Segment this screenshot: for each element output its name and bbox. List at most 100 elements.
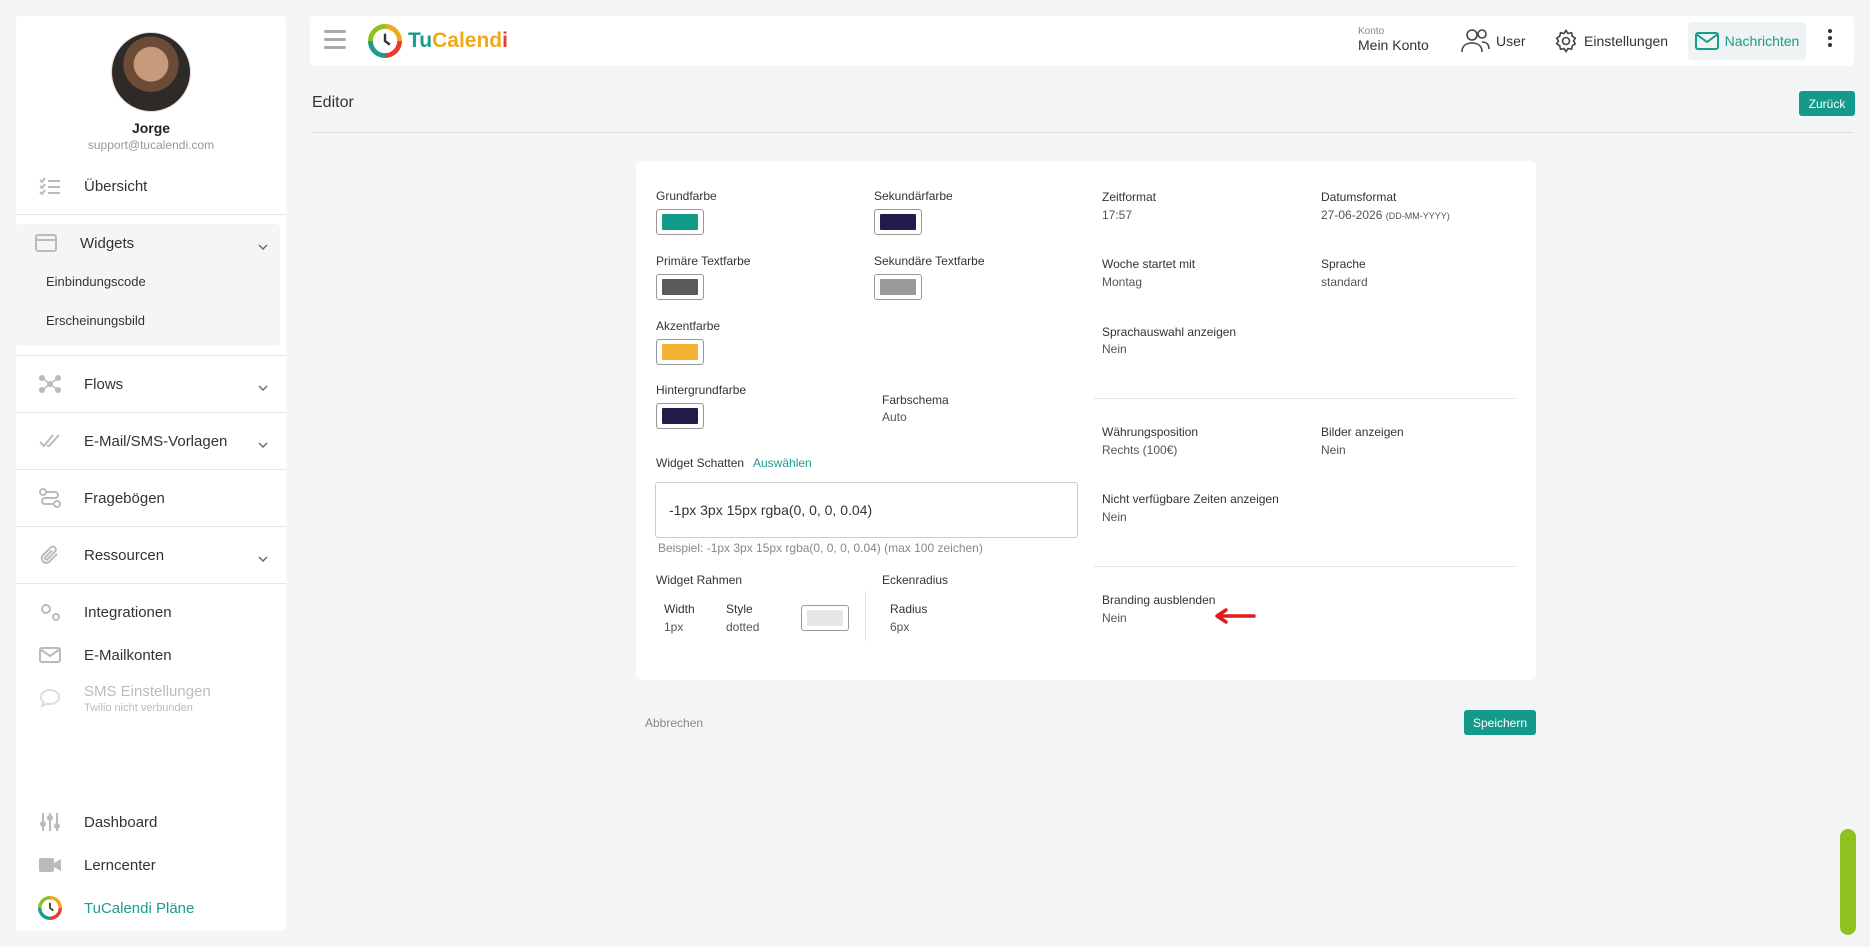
language-select-value[interactable]: Nein <box>1102 342 1127 356</box>
border-style-value[interactable]: dotted <box>726 620 759 634</box>
background-color-label: Hintergrundfarbe <box>656 383 747 397</box>
sidebar-subitem-appearance[interactable]: Erscheinungsbild <box>46 313 145 328</box>
gear-icon <box>1555 29 1577 53</box>
primary-text-color-label: Primäre Textfarbe <box>656 254 751 268</box>
logo-text: TuCalendi <box>408 29 508 53</box>
background-color-picker[interactable] <box>656 403 704 429</box>
save-button[interactable]: Speichern <box>1464 710 1536 735</box>
unavailable-times-value[interactable]: Nein <box>1102 510 1127 524</box>
sidebar-item-label: TuCalendi Pläne <box>84 899 195 917</box>
account-label: Mein Konto <box>1358 37 1429 53</box>
profile: Jorge support@tucalendi.com <box>16 16 286 152</box>
primary-color-picker[interactable] <box>656 209 704 235</box>
widget-border-label: Widget Rahmen <box>656 573 743 587</box>
secondary-text-color-picker[interactable] <box>874 274 922 300</box>
sms-label: SMS Einstellungen <box>84 682 211 700</box>
hide-branding-value[interactable]: Nein <box>1102 611 1127 625</box>
video-camera-icon <box>38 853 62 877</box>
profile-name: Jorge <box>131 120 171 136</box>
radius-label: Radius <box>890 602 928 616</box>
sidebar-item-label: Fragebögen <box>84 489 165 507</box>
currency-position-label: Währungsposition <box>1102 425 1199 439</box>
chevron-down-icon <box>258 237 268 255</box>
sidebar-item-sms[interactable]: SMS Einstellungen Twilio nicht verbunden <box>16 675 286 721</box>
avatar[interactable] <box>111 32 191 112</box>
week-start-label: Woche startet mit <box>1102 257 1196 271</box>
secondary-text-color-label: Sekundäre Textfarbe <box>874 254 985 268</box>
divider <box>1094 566 1516 567</box>
divider <box>16 469 286 470</box>
sidebar-item-plans[interactable]: TuCalendi Pläne <box>16 885 286 931</box>
week-start-value[interactable]: Montag <box>1102 275 1142 289</box>
sidebar-item-resources[interactable]: Ressourcen <box>16 532 286 578</box>
user-label: User <box>1496 33 1526 49</box>
sidebar-item-flows[interactable]: Flows <box>16 361 286 407</box>
sidebar: Jorge support@tucalendi.com Übersicht Wi… <box>16 16 286 931</box>
sidebar-item-forms[interactable]: Fragebögen <box>16 475 286 521</box>
divider <box>16 583 286 584</box>
color-swatch <box>662 214 698 230</box>
account-menu[interactable]: Konto Mein Konto <box>1358 26 1429 53</box>
language-label: Sprache <box>1321 257 1366 271</box>
sidebar-item-label: Lerncenter <box>84 856 156 874</box>
back-button[interactable]: Zurück <box>1799 91 1855 116</box>
sidebar-item-widgets[interactable]: Widgets <box>16 220 286 266</box>
logo-part: Tu <box>408 29 433 52</box>
hide-branding-label: Branding ausblenden <box>1102 593 1216 607</box>
currency-position-value[interactable]: Rechts (100€) <box>1102 443 1177 457</box>
corner-radius-label: Eckenradius <box>882 573 949 587</box>
radius-value[interactable]: 6px <box>890 620 909 634</box>
time-format-value[interactable]: 17:57 <box>1102 208 1132 222</box>
envelope-icon <box>1694 32 1719 50</box>
divider <box>1094 398 1516 399</box>
sidebar-item-learn[interactable]: Lerncenter <box>16 842 286 888</box>
accent-color-picker[interactable] <box>656 339 704 365</box>
settings-button[interactable]: Einstellungen <box>1554 26 1668 56</box>
border-width-label: Width <box>664 602 695 616</box>
scrollbar-thumb[interactable] <box>1840 829 1856 935</box>
app-logo[interactable]: TuCalendi <box>368 24 508 58</box>
profile-email: support@tucalendi.com <box>87 138 215 152</box>
menu-icon[interactable] <box>324 30 346 50</box>
sidebar-item-templates[interactable]: E-Mail/SMS-Vorlagen <box>16 418 286 464</box>
window-icon <box>34 231 58 255</box>
show-images-label: Bilder anzeigen <box>1321 425 1404 439</box>
shadow-select-link[interactable]: Auswählen <box>753 456 812 470</box>
divider <box>16 526 286 527</box>
border-width-value[interactable]: 1px <box>664 620 683 634</box>
secondary-color-label: Sekundärfarbe <box>874 189 953 203</box>
logo-part: i <box>502 29 508 52</box>
language-value[interactable]: standard <box>1321 275 1368 289</box>
secondary-color-picker[interactable] <box>874 209 922 235</box>
cancel-link[interactable]: Abbrechen <box>645 716 703 730</box>
shadow-input[interactable] <box>655 482 1078 538</box>
sidebar-item-overview[interactable]: Übersicht <box>16 163 286 209</box>
logo-part: Calend <box>432 29 503 52</box>
divider <box>16 412 286 413</box>
show-images-value[interactable]: Nein <box>1321 443 1346 457</box>
user-button[interactable]: User <box>1460 26 1526 56</box>
date-format-value[interactable]: 27-06-2026 (DD-MM-YYYY) <box>1321 208 1450 222</box>
double-check-icon <box>38 429 62 453</box>
messages-button[interactable]: Nachrichten <box>1688 22 1806 60</box>
date-format-label: Datumsformat <box>1321 190 1397 204</box>
more-options-icon[interactable] <box>1828 29 1834 50</box>
sidebar-item-integrations[interactable]: Integrationen <box>16 589 286 635</box>
page-title: Editor <box>312 94 354 111</box>
sidebar-item-label: Ressourcen <box>84 546 165 564</box>
sidebar-subitem-embed-code[interactable]: Einbindungscode <box>46 274 146 289</box>
envelope-icon <box>38 643 62 667</box>
primary-text-color-picker[interactable] <box>656 274 704 300</box>
color-scheme-value[interactable]: Auto <box>882 410 907 424</box>
list-icon <box>38 174 62 198</box>
widget-shadow-label: Widget Schatten <box>656 456 745 470</box>
divider <box>865 591 866 641</box>
border-color-picker[interactable] <box>801 605 849 631</box>
time-format-label: Zeitformat <box>1102 190 1157 204</box>
primary-color-label: Grundfarbe <box>656 189 717 203</box>
sms-status: Twilio nicht verbunden <box>84 701 193 714</box>
sidebar-item-label: Flows <box>84 375 124 393</box>
chevron-down-icon <box>258 435 268 453</box>
sidebar-item-mail-accounts[interactable]: E-Mailkonten <box>16 632 286 678</box>
sidebar-item-dashboard[interactable]: Dashboard <box>16 799 286 845</box>
